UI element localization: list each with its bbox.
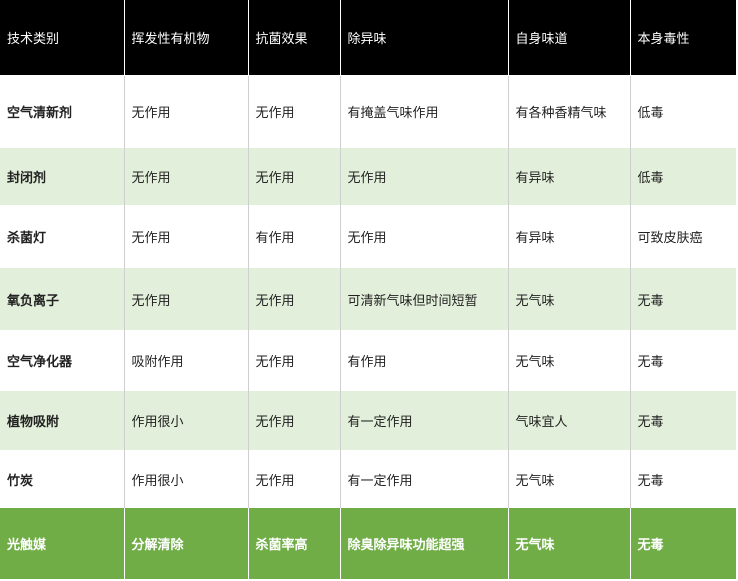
table-cell: 无毒 xyxy=(630,507,736,579)
table-cell: 分解清除 xyxy=(124,507,249,579)
table-cell: 无作用 xyxy=(124,205,249,268)
category-cell: 光触媒 xyxy=(0,507,125,579)
table-cell: 可致皮肤癌 xyxy=(630,205,736,268)
table-row: 植物吸附 作用很小 无作用 有一定作用 气味宜人 无毒 xyxy=(0,390,736,451)
category-cell: 空气净化器 xyxy=(0,330,125,391)
comparison-table-sheet: 技术类别 挥发性有机物 抗菌效果 除异味 自身味道 本身毒性 空气清新剂 无作用… xyxy=(0,0,738,581)
category-cell: 空气清新剂 xyxy=(0,75,125,148)
table-row: 空气清新剂 无作用 无作用 有掩盖气味作用 有各种香精气味 低毒 xyxy=(0,75,736,148)
table-row: 杀菌灯 无作用 有作用 无作用 有异味 可致皮肤癌 xyxy=(0,205,736,268)
header-cell: 自身味道 xyxy=(508,0,631,76)
table-row: 封闭剂 无作用 无作用 无作用 有异味 低毒 xyxy=(0,147,736,206)
table-cell: 除臭除异味功能超强 xyxy=(340,507,509,579)
category-cell: 杀菌灯 xyxy=(0,205,125,268)
comparison-table: 技术类别 挥发性有机物 抗菌效果 除异味 自身味道 本身毒性 空气清新剂 无作用… xyxy=(0,0,736,579)
table-row: 竹炭 作用很小 无作用 有一定作用 无气味 无毒 xyxy=(0,450,736,508)
table-cell: 无作用 xyxy=(124,267,249,331)
table-cell: 吸附作用 xyxy=(124,330,249,391)
table-cell: 有各种香精气味 xyxy=(508,75,631,148)
table-cell: 作用很小 xyxy=(124,450,249,508)
table-cell: 无作用 xyxy=(248,147,341,206)
table-cell: 无作用 xyxy=(248,267,341,331)
header-cell: 除异味 xyxy=(340,0,509,76)
table-cell: 有异味 xyxy=(508,147,631,206)
table-cell: 低毒 xyxy=(630,147,736,206)
table-cell: 无气味 xyxy=(508,267,631,331)
table-cell: 作用很小 xyxy=(124,390,249,451)
table-cell: 有掩盖气味作用 xyxy=(340,75,509,148)
table-cell: 有作用 xyxy=(248,205,341,268)
header-row: 技术类别 挥发性有机物 抗菌效果 除异味 自身味道 本身毒性 xyxy=(0,0,736,76)
header-cell: 抗菌效果 xyxy=(248,0,341,76)
table-cell: 有一定作用 xyxy=(340,450,509,508)
table-cell: 气味宜人 xyxy=(508,390,631,451)
table-cell: 无作用 xyxy=(248,75,341,148)
header-cell: 技术类别 xyxy=(0,0,125,76)
category-cell: 氧负离子 xyxy=(0,267,125,331)
table-cell: 有作用 xyxy=(340,330,509,391)
table-cell: 无毒 xyxy=(630,267,736,331)
table-cell: 有一定作用 xyxy=(340,390,509,451)
category-cell: 封闭剂 xyxy=(0,147,125,206)
table-cell: 无作用 xyxy=(124,75,249,148)
table-row: 氧负离子 无作用 无作用 可清新气味但时间短暂 无气味 无毒 xyxy=(0,267,736,331)
table-cell: 可清新气味但时间短暂 xyxy=(340,267,509,331)
table-cell: 无毒 xyxy=(630,330,736,391)
table-cell: 无气味 xyxy=(508,507,631,579)
table-cell: 低毒 xyxy=(630,75,736,148)
header-cell: 挥发性有机物 xyxy=(124,0,249,76)
table-cell: 无作用 xyxy=(340,147,509,206)
header-cell: 本身毒性 xyxy=(630,0,736,76)
table-cell: 无气味 xyxy=(508,330,631,391)
table-cell: 无毒 xyxy=(630,390,736,451)
category-cell: 植物吸附 xyxy=(0,390,125,451)
table-cell: 无作用 xyxy=(248,390,341,451)
table-cell: 有异味 xyxy=(508,205,631,268)
category-cell: 竹炭 xyxy=(0,450,125,508)
table-cell: 无毒 xyxy=(630,450,736,508)
table-row: 空气净化器 吸附作用 无作用 有作用 无气味 无毒 xyxy=(0,330,736,391)
table-cell: 无作用 xyxy=(248,450,341,508)
table-row-highlight: 光触媒 分解清除 杀菌率高 除臭除异味功能超强 无气味 无毒 xyxy=(0,507,736,579)
table-cell: 无作用 xyxy=(248,330,341,391)
table-cell: 杀菌率高 xyxy=(248,507,341,579)
table-cell: 无作用 xyxy=(124,147,249,206)
table-cell: 无气味 xyxy=(508,450,631,508)
table-cell: 无作用 xyxy=(340,205,509,268)
